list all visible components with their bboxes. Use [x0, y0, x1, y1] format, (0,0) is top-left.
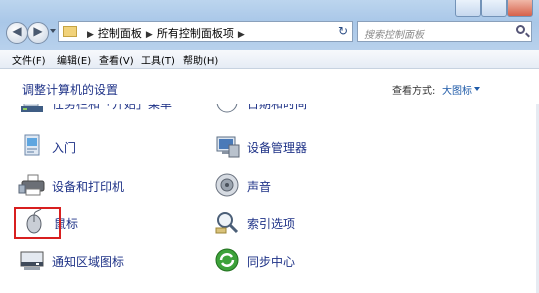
list-item-device-manager[interactable]: 设备管理器 [213, 132, 363, 162]
getting-started-icon [24, 134, 40, 156]
search-placeholder: 搜索控制面板 [364, 30, 424, 41]
list-item-date-time[interactable]: 日期和时间 [213, 104, 363, 118]
list-item-label: 设备管理器 [247, 141, 308, 155]
list-item-label: 设备和打印机 [52, 180, 125, 194]
view-by-dropdown[interactable]: 大图标 [442, 82, 472, 97]
window-controls [455, 0, 533, 18]
menu-view[interactable]: 查看(V) [99, 52, 134, 67]
address-bar[interactable]: ▶ 控制面板 ▶ 所有控制面板项 ▶ [58, 21, 351, 42]
history-dropdown-icon[interactable] [50, 29, 56, 33]
list-item-label: 任务栏和「开始」菜单 [52, 104, 173, 111]
search-icon[interactable] [516, 25, 525, 34]
list-item-getting-started[interactable]: 入门 [18, 132, 138, 162]
refresh-icon: ↻ [337, 24, 349, 38]
control-panel-items: 任务栏和「开始」菜单 入门 设备和打印机 鼠标 通知区域图标 日期和时间 设备管… [0, 104, 539, 293]
back-arrow-icon: ◀ [12, 24, 22, 38]
speaker-icon [215, 173, 239, 197]
list-item-notification-area[interactable]: 通知区域图标 [18, 246, 168, 276]
list-item-label: 日期和时间 [247, 104, 308, 111]
minimize-button[interactable] [455, 0, 481, 17]
menu-file[interactable]: 文件(F) [12, 52, 46, 67]
printer-icon [18, 174, 45, 196]
sync-icon [215, 248, 239, 272]
list-item-label: 同步中心 [247, 255, 296, 269]
device-manager-icon [216, 136, 240, 158]
view-by-chevron-down-icon[interactable] [474, 87, 480, 91]
indexing-icon [215, 212, 239, 234]
refresh-button[interactable]: ↻ [334, 21, 353, 42]
menu-tools[interactable]: 工具(T) [141, 52, 175, 67]
breadcrumb: ▶ 控制面板 ▶ 所有控制面板项 ▶ [83, 25, 249, 41]
breadcrumb-all-items[interactable]: 所有控制面板项 [157, 27, 234, 40]
list-item-indexing-options[interactable]: 索引选项 [213, 208, 343, 238]
list-item-devices-printers[interactable]: 设备和打印机 [18, 171, 168, 201]
list-item-label: 通知区域图标 [52, 255, 125, 269]
search-input[interactable]: 搜索控制面板 [357, 21, 532, 42]
breadcrumb-separator-icon[interactable]: ▶ [146, 30, 153, 40]
view-by-label: 查看方式: [392, 86, 436, 97]
list-item-taskbar[interactable]: 任务栏和「开始」菜单 [18, 104, 188, 118]
back-button[interactable]: ◀ [6, 22, 28, 44]
notification-icon [20, 251, 44, 270]
menu-edit[interactable]: 编辑(E) [57, 52, 91, 67]
clock-icon [216, 104, 238, 113]
list-item-sound[interactable]: 声音 [213, 171, 333, 201]
list-item-label: 入门 [52, 141, 77, 155]
window-title-bar: ◀ ▶ ▶ 控制面板 ▶ 所有控制面板项 ▶ ↻ 搜索控制面板 [0, 0, 539, 50]
list-item-sync-center[interactable]: 同步中心 [213, 246, 343, 276]
list-item-label: 声音 [247, 180, 272, 194]
breadcrumb-control-panel[interactable]: 控制面板 [98, 27, 142, 40]
menu-help[interactable]: 帮助(H) [183, 52, 218, 67]
selection-highlight-box [14, 207, 61, 239]
content-header: 调整计算机的设置 查看方式: 大图标 [0, 69, 539, 104]
menu-bar: 文件(F) 编辑(E) 查看(V) 工具(T) 帮助(H) [0, 50, 539, 69]
control-panel-folder-icon [63, 26, 77, 37]
forward-arrow-icon: ▶ [33, 24, 43, 38]
page-title: 调整计算机的设置 [22, 83, 119, 97]
list-item-label: 索引选项 [247, 217, 296, 231]
forward-button[interactable]: ▶ [27, 22, 49, 44]
breadcrumb-separator-icon[interactable]: ▶ [238, 30, 245, 40]
taskbar-icon [21, 104, 43, 112]
close-button[interactable] [507, 0, 533, 17]
breadcrumb-separator-icon[interactable]: ▶ [87, 30, 94, 40]
maximize-button[interactable] [481, 0, 507, 17]
